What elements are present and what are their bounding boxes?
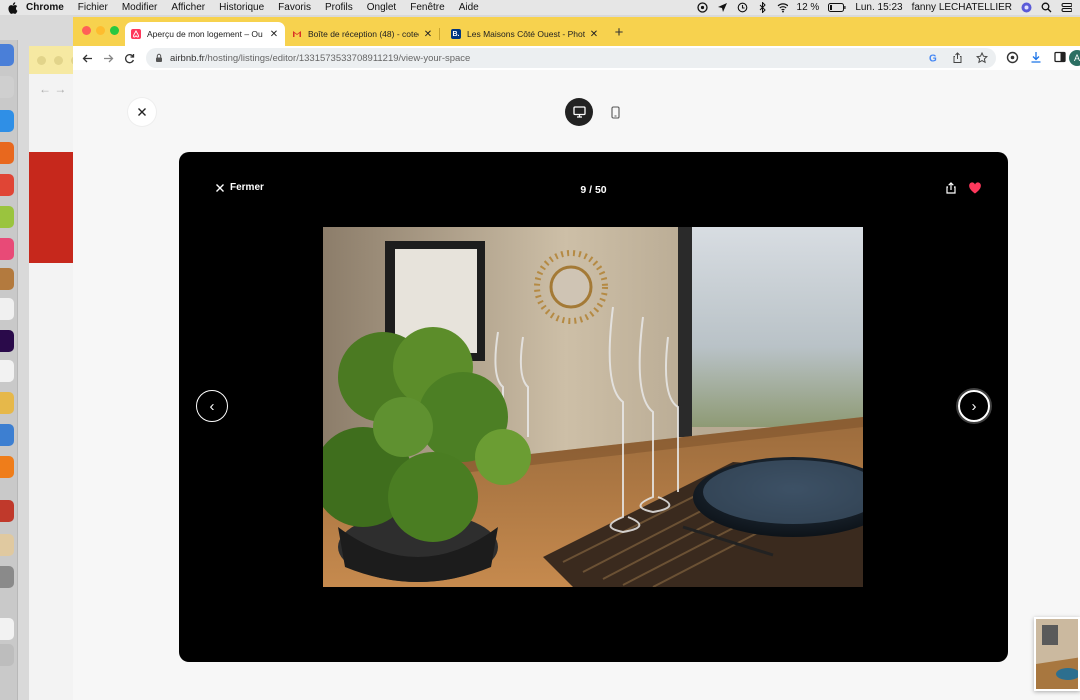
- new-tab-button[interactable]: +: [611, 24, 627, 41]
- archive-icon[interactable]: [0, 534, 14, 556]
- browser-toolbar: airbnb.fr/hosting/listings/editor/133157…: [73, 46, 1080, 70]
- tab-title: Les Maisons Côté Ouest - Phot: [467, 29, 585, 39]
- siri-icon[interactable]: [1021, 2, 1032, 13]
- phone-icon: [610, 105, 620, 119]
- photo-viewer: Fermer 9 / 50 ‹ ›: [179, 152, 1008, 662]
- airbnb-icon: [131, 29, 141, 39]
- notes-icon[interactable]: [0, 268, 14, 290]
- tab-strip: Aperçu de mon logement – Ou ✕ Boîte de r…: [73, 17, 1080, 46]
- premiere-icon[interactable]: [0, 330, 14, 352]
- pages-icon[interactable]: [0, 298, 14, 320]
- photo-counter: 9 / 50: [580, 184, 607, 196]
- bookmark-star-icon[interactable]: [975, 51, 988, 64]
- booking-icon: B.: [451, 29, 461, 39]
- pdf-file-icon[interactable]: [0, 618, 14, 640]
- chrome-icon[interactable]: [0, 174, 14, 196]
- close-preview-button[interactable]: [128, 98, 156, 126]
- zoom-window-button[interactable]: [110, 26, 119, 35]
- battery-percent: 12 %: [796, 2, 820, 13]
- tab-title: Aperçu de mon logement – Ou: [147, 29, 263, 39]
- bluetooth-icon[interactable]: [757, 2, 768, 13]
- close-icon: [138, 108, 146, 116]
- music-icon[interactable]: [0, 238, 14, 260]
- tab-close-icon[interactable]: ✕: [423, 29, 433, 40]
- listing-photo: [323, 227, 863, 587]
- menu-user-name[interactable]: fanny LECHATELLIER: [912, 2, 1012, 13]
- url-host: airbnb.fr: [170, 52, 205, 64]
- url-path: /hosting/listings/editor/133157353370891…: [204, 52, 471, 64]
- picture-in-picture-thumbnail[interactable]: [1034, 617, 1080, 691]
- side-panel-icon[interactable]: [1053, 49, 1067, 65]
- lock-icon[interactable]: [154, 53, 164, 63]
- acrobat-icon[interactable]: [0, 500, 14, 522]
- reload-button[interactable]: [121, 50, 137, 66]
- tab-title: Boîte de réception (48) - cotec: [308, 29, 419, 39]
- menu-app-name[interactable]: Chrome: [26, 2, 64, 13]
- page-content: Fermer 9 / 50 ‹ ›: [73, 70, 1080, 700]
- share-page-icon[interactable]: [951, 51, 964, 64]
- menu-aide[interactable]: Aide: [459, 2, 479, 13]
- creative-cloud-icon[interactable]: [696, 2, 708, 13]
- spotlight-search-icon[interactable]: [1041, 2, 1052, 13]
- tab-separator: [439, 28, 440, 40]
- preview-icon[interactable]: [0, 424, 14, 446]
- macos-dock: [0, 40, 18, 700]
- menu-onglet[interactable]: Onglet: [367, 2, 396, 13]
- download-icon[interactable]: [1029, 49, 1043, 65]
- tab-maisons-cote-ouest[interactable]: B. Les Maisons Côté Ouest - Phot ✕: [445, 22, 605, 46]
- macos-menu-bar: Chrome Fichier Modifier Afficher Histori…: [0, 0, 1080, 15]
- control-center-icon[interactable]: [1061, 2, 1072, 13]
- battery-icon[interactable]: [828, 2, 846, 13]
- menu-favoris[interactable]: Favoris: [278, 2, 311, 13]
- tab-close-icon[interactable]: ✕: [269, 29, 279, 40]
- profile-avatar[interactable]: A: [1069, 50, 1080, 66]
- close-window-button[interactable]: [82, 26, 91, 35]
- back-button[interactable]: [79, 50, 95, 66]
- next-photo-button[interactable]: ›: [958, 390, 990, 422]
- menu-historique[interactable]: Historique: [219, 2, 264, 13]
- menu-clock[interactable]: Lun. 15:23: [855, 2, 902, 13]
- menu-afficher[interactable]: Afficher: [171, 2, 205, 13]
- desktop-icon: [572, 106, 586, 118]
- chrome-window: Aperçu de mon logement – Ou ✕ Boîte de r…: [73, 17, 1080, 700]
- share-icon[interactable]: [944, 181, 958, 195]
- desktop-view-button[interactable]: [565, 98, 593, 126]
- extension-icon[interactable]: [1005, 49, 1019, 65]
- menu-modifier[interactable]: Modifier: [122, 2, 158, 13]
- gmail-icon: [292, 29, 302, 39]
- screenshot-icon[interactable]: [0, 566, 14, 588]
- mobile-view-button[interactable]: [601, 98, 629, 126]
- minimize-window-button[interactable]: [96, 26, 105, 35]
- launchpad-icon[interactable]: [0, 76, 14, 98]
- calendar-icon[interactable]: [0, 360, 14, 382]
- chevron-left-icon: ‹: [209, 397, 215, 415]
- time-machine-icon[interactable]: [737, 2, 748, 13]
- finder-icon[interactable]: [0, 44, 14, 66]
- safari-icon[interactable]: [0, 110, 14, 132]
- location-icon[interactable]: [717, 2, 728, 13]
- menu-fenetre[interactable]: Fenêtre: [410, 2, 444, 13]
- apple-icon[interactable]: [8, 1, 18, 14]
- menu-fichier[interactable]: Fichier: [78, 2, 108, 13]
- chevron-right-icon: ›: [971, 397, 977, 415]
- google-lens-icon[interactable]: G: [927, 51, 940, 64]
- tab-airbnb-preview[interactable]: Aperçu de mon logement – Ou ✕: [125, 22, 285, 46]
- heart-icon[interactable]: [968, 181, 982, 195]
- reminders-icon[interactable]: [0, 392, 14, 414]
- svg-text:G: G: [929, 54, 937, 64]
- photos-icon[interactable]: [0, 206, 14, 228]
- firefox-icon[interactable]: [0, 142, 14, 164]
- previous-photo-button[interactable]: ‹: [196, 390, 228, 422]
- device-view-toggle: [565, 98, 629, 126]
- wifi-icon[interactable]: [777, 2, 788, 13]
- tab-close-icon[interactable]: ✕: [589, 29, 599, 40]
- menu-profils[interactable]: Profils: [325, 2, 353, 13]
- vlc-icon[interactable]: [0, 456, 14, 478]
- tab-gmail-inbox[interactable]: Boîte de réception (48) - cotec ✕: [286, 22, 439, 46]
- trash-icon[interactable]: [0, 644, 14, 666]
- forward-button[interactable]: [100, 50, 116, 66]
- address-bar[interactable]: airbnb.fr/hosting/listings/editor/133157…: [146, 48, 996, 68]
